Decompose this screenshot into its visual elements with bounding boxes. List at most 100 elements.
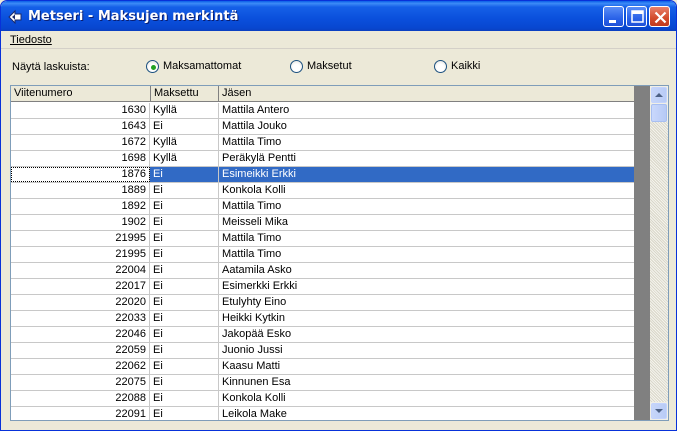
cell-paid[interactable]: Ei [150,311,219,326]
table-row[interactable]: 1892 Ei Mattila Timo [11,199,634,215]
cell-member[interactable]: Jakopää Esko [219,327,634,342]
cell-member[interactable]: Aatamila Asko [219,263,634,278]
cell-paid[interactable]: Ei [150,327,219,342]
column-header-member[interactable]: Jäsen [219,86,634,102]
cell-paid[interactable]: Ei [150,247,219,262]
cell-member[interactable]: Heikki Kytkin [219,311,634,326]
cell-reference[interactable]: 1630 [11,103,150,118]
cell-paid[interactable]: Ei [150,295,219,310]
maximize-icon [631,10,644,23]
radio-label-unpaid: Maksamattomat [163,60,242,72]
cell-member[interactable]: Leikola Make [219,407,634,420]
column-header-paid[interactable]: Maksettu [151,86,219,102]
cell-paid[interactable]: Ei [150,279,219,294]
table-row[interactable]: 22046 Ei Jakopää Esko [11,327,634,343]
menu-file[interactable]: Tiedosto [10,34,52,46]
radio-label-all: Kaikki [451,60,481,72]
vertical-scrollbar[interactable] [650,86,668,420]
table-row[interactable]: 21995 Ei Mattila Timo [11,247,634,263]
grid-body: Viitenumero Maksettu Jäsen 1630 Kyllä Matt… [11,86,634,420]
table-row[interactable]: 1643 Ei Mattila Jouko [11,119,634,135]
cell-reference[interactable]: 1698 [11,151,150,166]
title-bar[interactable]: Metseri - Maksujen merkintä [1,1,676,31]
cell-member[interactable]: Mattila Antero [219,103,634,118]
cell-reference[interactable]: 21995 [11,247,150,262]
cell-member[interactable]: Etulyhty Eino [219,295,634,310]
table-row[interactable]: 1698 Kyllä Peräkylä Pentti [11,151,634,167]
table-row[interactable]: 22059 Ei Juonio Jussi [11,343,634,359]
cell-paid[interactable]: Ei [150,391,219,406]
cell-reference[interactable]: 22020 [11,295,150,310]
cell-paid[interactable]: Ei [150,167,219,182]
cell-paid[interactable]: Ei [150,119,219,134]
table-row[interactable]: 1672 Kyllä Mattila Timo [11,135,634,151]
cell-member[interactable]: Esimerkki Erkki [219,279,634,294]
cell-reference[interactable]: 22017 [11,279,150,294]
cell-member[interactable]: Kaasu Matti [219,359,634,374]
cell-paid[interactable]: Kyllä [150,135,219,150]
table-row[interactable]: 1889 Ei Konkola Kolli [11,183,634,199]
cell-member[interactable]: Konkola Kolli [219,183,634,198]
scroll-track[interactable] [650,122,668,402]
scroll-down-button[interactable] [651,403,667,419]
table-row[interactable]: 1876 Ei Esimeikki Erkki [11,167,634,183]
cell-reference[interactable]: 22004 [11,263,150,278]
cell-paid[interactable]: Ei [150,359,219,374]
scroll-down-arrow-icon [655,409,663,413]
cell-reference[interactable]: 22062 [11,359,150,374]
cell-member[interactable]: Mattila Timo [219,231,634,246]
cell-paid[interactable]: Kyllä [150,103,219,118]
table-row[interactable]: 22075 Ei Kinnunen Esa [11,375,634,391]
cell-member[interactable]: Peräkylä Pentti [219,151,634,166]
table-row[interactable]: 22017 Ei Esimerkki Erkki [11,279,634,295]
cell-reference[interactable]: 22088 [11,391,150,406]
table-row[interactable]: 22033 Ei Heikki Kytkin [11,311,634,327]
cell-paid[interactable]: Ei [150,375,219,390]
cell-member[interactable]: Esimeikki Erkki [219,167,634,182]
cell-reference[interactable]: 1902 [11,215,150,230]
table-row[interactable]: 22091 Ei Leikola Make [11,407,634,420]
cell-member[interactable]: Juonio Jussi [219,343,634,358]
cell-reference[interactable]: 22033 [11,311,150,326]
cell-reference[interactable]: 1876 [11,167,150,182]
table-row[interactable]: 1630 Kyllä Mattila Antero [11,103,634,119]
close-button[interactable] [649,6,670,27]
cell-member[interactable]: Meisseli Mika [219,215,634,230]
cell-member[interactable]: Mattila Timo [219,135,634,150]
cell-paid[interactable]: Ei [150,199,219,214]
cell-member[interactable]: Mattila Timo [219,247,634,262]
cell-member[interactable]: Konkola Kolli [219,391,634,406]
close-icon [654,11,667,24]
table-row[interactable]: 22088 Ei Konkola Kolli [11,391,634,407]
scroll-thumb[interactable] [651,104,667,122]
cell-paid[interactable]: Ei [150,183,219,198]
cell-reference[interactable]: 1643 [11,119,150,134]
table-row[interactable]: 22062 Ei Kaasu Matti [11,359,634,375]
cell-reference[interactable]: 1889 [11,183,150,198]
cell-paid[interactable]: Kyllä [150,151,219,166]
cell-paid[interactable]: Ei [150,231,219,246]
table-row[interactable]: 22004 Ei Aatamila Asko [11,263,634,279]
column-header-reference[interactable]: Viitenumero [11,86,151,102]
table-row[interactable]: 1902 Ei Meisseli Mika [11,215,634,231]
cell-paid[interactable]: Ei [150,215,219,230]
cell-paid[interactable]: Ei [150,407,219,420]
cell-reference[interactable]: 22091 [11,407,150,420]
cell-paid[interactable]: Ei [150,263,219,278]
table-row[interactable]: 21995 Ei Mattila Timo [11,231,634,247]
cell-reference[interactable]: 1892 [11,199,150,214]
cell-reference[interactable]: 22046 [11,327,150,342]
cell-member[interactable]: Mattila Timo [219,199,634,214]
invoice-grid[interactable]: Viitenumero Maksettu Jäsen 1630 Kyllä Matt… [10,85,669,421]
cell-reference[interactable]: 21995 [11,231,150,246]
scroll-up-button[interactable] [651,87,667,103]
cell-member[interactable]: Mattila Jouko [219,119,634,134]
maximize-button[interactable] [626,6,647,27]
cell-reference[interactable]: 1672 [11,135,150,150]
table-row[interactable]: 22020 Ei Etulyhty Eino [11,295,634,311]
cell-reference[interactable]: 22075 [11,375,150,390]
cell-member[interactable]: Kinnunen Esa [219,375,634,390]
cell-reference[interactable]: 22059 [11,343,150,358]
cell-paid[interactable]: Ei [150,343,219,358]
minimize-button[interactable] [603,6,624,27]
